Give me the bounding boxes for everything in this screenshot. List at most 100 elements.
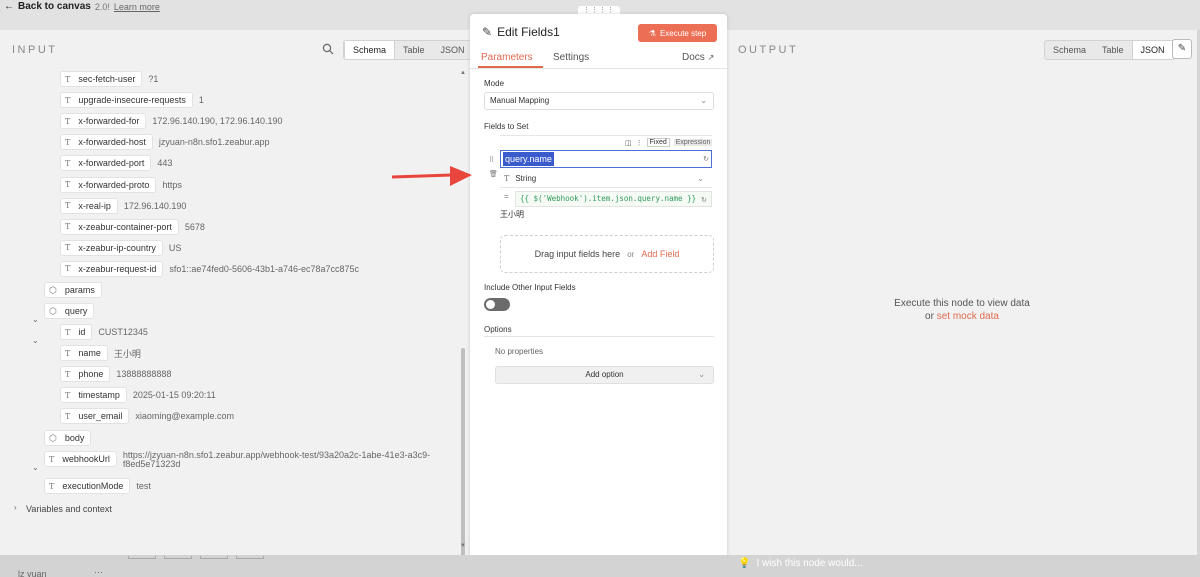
header-row[interactable]: Tx-zeabur-request-id sfo1::ae74fed0-5606-… <box>60 260 359 277</box>
field-key: x-forwarded-proto <box>78 179 150 190</box>
user-name[interactable]: lz yuan <box>18 569 47 577</box>
trash-icon[interactable]: 🗑 <box>489 170 498 178</box>
field-value: 王小明 <box>113 348 141 359</box>
field-name-input[interactable]: query.name ↻ <box>500 150 712 168</box>
canvas-controls <box>128 556 264 559</box>
text-type-icon: T <box>65 243 71 253</box>
include-other-toggle[interactable] <box>484 298 510 311</box>
field-type-select[interactable]: T String ⌄ <box>500 170 712 188</box>
params-row[interactable]: ⬡ params <box>44 282 102 298</box>
field-value: https://jzyuan-n8n.sfo1.zeabur.app/webho… <box>123 451 430 469</box>
feedback-link[interactable]: 💡 I wish this node would... <box>738 558 863 569</box>
header-row[interactable]: Tx-zeabur-container-port 5678 <box>60 218 205 235</box>
query-field-row[interactable]: Tid CUST12345 <box>60 324 148 340</box>
field-key-pill[interactable]: Tx-zeabur-container-port <box>60 218 179 235</box>
field-key-pill[interactable]: Tx-forwarded-proto <box>60 176 157 193</box>
field-key-pill[interactable]: Tname <box>60 345 108 362</box>
output-tab-table[interactable]: Table <box>1094 41 1132 59</box>
field-key-pill[interactable]: Ttimestamp <box>60 387 127 404</box>
pencil-icon[interactable]: ✎ <box>1172 39 1192 59</box>
external-link-icon: ↗ <box>707 53 715 62</box>
scroll-down-icon[interactable]: ▼ <box>460 543 466 549</box>
field-key: id <box>78 327 86 337</box>
or-text: or <box>925 311 934 322</box>
field-value: test <box>136 481 151 491</box>
field-key-pill[interactable]: Tx-zeabur-request-id <box>60 260 164 277</box>
variables-context-row[interactable]: Variables and context <box>26 501 112 517</box>
scroll-up-icon[interactable]: ▲ <box>460 70 466 76</box>
chevron-down-icon[interactable]: ⌄ <box>32 315 39 324</box>
header-row[interactable]: Tsec-fetch-user ?1 <box>60 71 158 87</box>
body-label: body <box>64 433 85 443</box>
field-key-pill[interactable]: Tuser_email <box>60 408 130 425</box>
modal-title-text[interactable]: Edit Fields1 <box>497 25 560 39</box>
chevron-right-icon[interactable]: › <box>14 503 17 512</box>
body-row[interactable]: ⬡ body <box>44 430 92 446</box>
query-row[interactable]: ⬡ query <box>44 303 95 319</box>
panel-icon[interactable]: ◫ <box>625 139 632 147</box>
execute-step-button[interactable]: ⚗ Execute step <box>638 24 717 42</box>
tab-parameters[interactable]: Parameters <box>481 52 533 63</box>
field-key-pill[interactable]: Tx-forwarded-host <box>60 134 153 151</box>
fixed-option[interactable]: Fixed <box>646 138 670 147</box>
field-key-pill[interactable]: Tphone <box>60 366 111 383</box>
field-value: ?1 <box>148 74 159 84</box>
field-key-pill[interactable]: Tupgrade-insecure-requests <box>60 92 193 109</box>
set-mock-data-link[interactable]: set mock data <box>937 311 999 322</box>
output-tab-schema[interactable]: Schema <box>1045 41 1094 59</box>
link-icon[interactable]: ↻ <box>703 155 709 163</box>
query-field-row[interactable]: Ttimestamp 2025-01-15 09:20:11 <box>60 387 216 404</box>
header-row[interactable]: Tx-zeabur-ip-country US <box>60 239 181 256</box>
expression-option[interactable]: Expression <box>673 139 713 146</box>
query-field-row[interactable]: Tphone 13888888888 <box>60 366 171 383</box>
tabs-divider <box>470 68 727 69</box>
docs-link[interactable]: Docs ↗ <box>682 52 714 63</box>
field-value-expression[interactable]: {{ $('Webhook').item.json.query.name }} <box>515 191 712 207</box>
input-tab-json[interactable]: JSON <box>433 41 470 59</box>
field-key-pill[interactable]: Tx-zeabur-ip-country <box>60 239 163 256</box>
input-tab-schema[interactable]: Schema <box>344 41 396 59</box>
field-key-pill[interactable]: Tx-forwarded-for <box>60 113 147 130</box>
output-tab-json[interactable]: JSON <box>1131 41 1174 59</box>
search-icon[interactable] <box>322 43 334 55</box>
add-field-link[interactable]: Add Field <box>641 249 679 259</box>
input-tab-table[interactable]: Table <box>395 41 433 59</box>
more-icon[interactable]: ⋮ <box>636 139 643 147</box>
header-row[interactable]: Tupgrade-insecure-requests 1 <box>60 92 204 109</box>
add-option-select[interactable]: Add option ⌄ <box>495 366 714 384</box>
header-row[interactable]: Tx-forwarded-for 172.96.140.190, 172.96.1… <box>60 113 283 130</box>
header-row[interactable]: Tx-forwarded-host jzyuan-n8n.sfo1.zeabur.… <box>60 134 269 151</box>
field-key-pill[interactable]: Tx-real-ip <box>60 197 118 214</box>
scrollbar[interactable] <box>461 348 465 555</box>
drop-zone[interactable]: Drag input fields here or Add Field <box>500 235 714 273</box>
execution-mode-row[interactable]: TexecutionMode test <box>44 478 151 494</box>
refresh-icon[interactable]: ↻ <box>701 196 707 204</box>
drop-or: or <box>627 249 635 259</box>
field-key-pill[interactable]: Tsec-fetch-user <box>60 71 143 87</box>
header-row[interactable]: Tx-forwarded-port 443 <box>60 155 172 172</box>
field-key-pill[interactable]: Tid <box>60 324 93 340</box>
field-key: x-zeabur-ip-country <box>78 242 156 253</box>
chevron-down-icon[interactable]: ⌄ <box>32 336 39 345</box>
chevron-down-icon[interactable]: ⌄ <box>32 463 39 472</box>
text-type-icon: T <box>65 95 71 105</box>
back-to-canvas-button[interactable]: ← Back to canvas 2.0! Learn more <box>4 1 160 12</box>
tab-settings[interactable]: Settings <box>553 52 589 63</box>
query-field-row[interactable]: Tname 王小明 <box>60 345 141 362</box>
field-value: https <box>162 179 182 190</box>
mode-select[interactable]: Manual Mapping ⌄ <box>484 92 714 110</box>
options-divider <box>484 336 714 337</box>
header-row[interactable]: Tx-forwarded-proto https <box>60 176 182 193</box>
query-field-row[interactable]: Tuser_email xiaoming@example.com <box>60 408 234 425</box>
more-icon[interactable]: ··· <box>94 567 103 577</box>
learn-more-link[interactable]: Learn more <box>114 2 160 12</box>
header-row[interactable]: Tx-real-ip 172.96.140.190 <box>60 197 186 214</box>
drag-dots-icon[interactable]: ⠿ <box>489 156 494 164</box>
text-type-icon: T <box>65 327 71 337</box>
field-key-pill[interactable]: Tx-forwarded-port <box>60 155 152 172</box>
field-key: sec-fetch-user <box>78 74 136 84</box>
text-type-icon: T <box>65 411 71 421</box>
mode-label: Mode <box>484 79 505 88</box>
text-type-icon: T <box>65 158 71 168</box>
webhook-url-row[interactable]: TwebhookUrl https://jzyuan-n8n.sfo1.zeab… <box>44 451 430 475</box>
